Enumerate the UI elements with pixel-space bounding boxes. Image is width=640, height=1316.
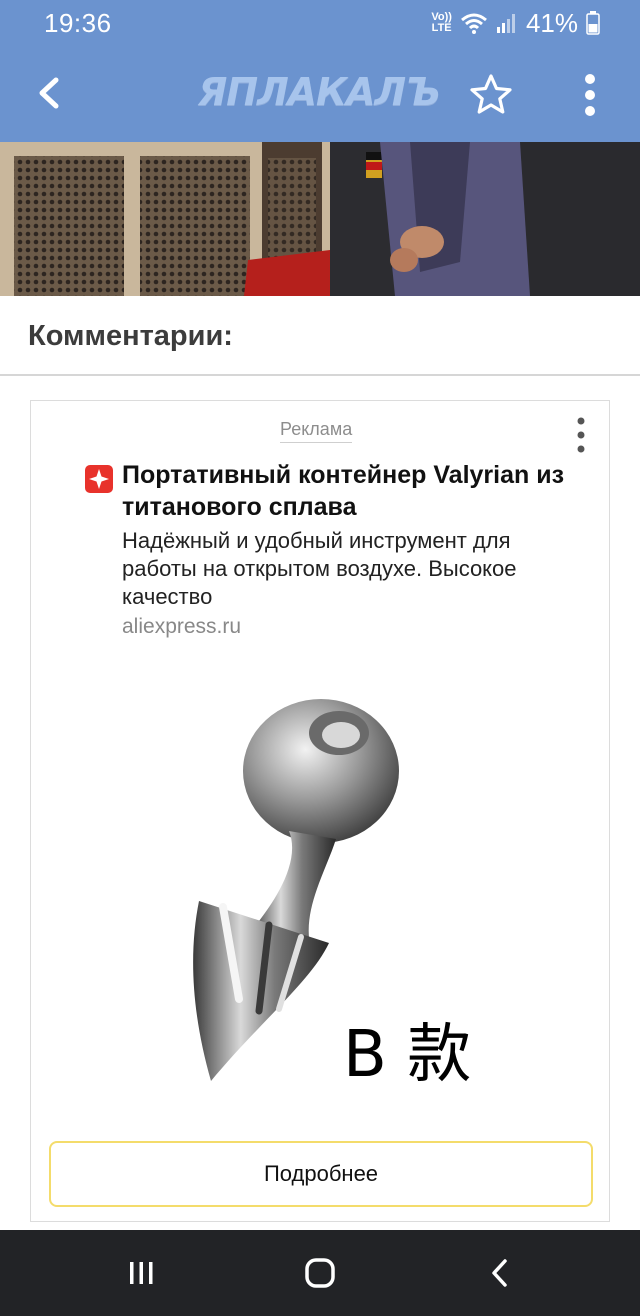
article-photo[interactable] [0, 142, 640, 296]
system-back-button[interactable] [478, 1250, 524, 1296]
ad-description: Надёжный и удобный инструмент для работы… [122, 528, 517, 609]
status-bar: 19:36 Vo)) LTE 41% [0, 0, 640, 46]
back-button[interactable] [26, 68, 76, 118]
wifi-icon [460, 13, 487, 34]
battery-icon [586, 11, 600, 35]
more-vertical-icon [577, 417, 585, 453]
more-vertical-icon [585, 74, 595, 116]
home-button[interactable] [297, 1250, 343, 1296]
system-nav-bar [0, 1230, 640, 1316]
overflow-menu-button[interactable] [570, 70, 610, 120]
signal-icon [496, 14, 515, 33]
article-photo-graphic [0, 142, 640, 296]
favorite-button[interactable] [466, 70, 516, 120]
volte-indicator: Vo)) LTE [431, 12, 452, 34]
recent-apps-button[interactable] [118, 1250, 164, 1296]
site-logo[interactable]: ЯПЛАКАЛЪ [198, 70, 441, 118]
chevron-left-icon [39, 77, 59, 109]
recent-apps-icon [130, 1262, 153, 1284]
ad-title[interactable]: Портативный контейнер Valyrian из титано… [122, 459, 592, 523]
comments-title: Комментарии: [28, 320, 233, 352]
battery-percent: 41% [525, 7, 578, 38]
ad-image-caption: B 款 [343, 1018, 472, 1092]
ad-domain[interactable]: aliexpress.ru [122, 615, 241, 639]
back-icon [492, 1259, 507, 1287]
star-outline-icon [470, 74, 512, 114]
lte-label: LTE [431, 22, 452, 34]
aliexpress-logo-icon [85, 465, 113, 493]
app-bar: ЯПЛАКАЛЪ [0, 46, 640, 142]
home-icon [305, 1258, 335, 1288]
ad-card[interactable]: Реклама Портативный контейнер Valyrian и… [30, 400, 610, 1222]
status-icons: Vo)) LTE 41% [431, 8, 600, 38]
status-time: 19:36 [44, 8, 112, 38]
ad-label: Реклама [280, 419, 353, 443]
ad-more-button[interactable]: Подробнее [49, 1141, 593, 1207]
comments-section: Комментарии: [0, 298, 640, 376]
ad-options-button[interactable] [569, 415, 593, 455]
